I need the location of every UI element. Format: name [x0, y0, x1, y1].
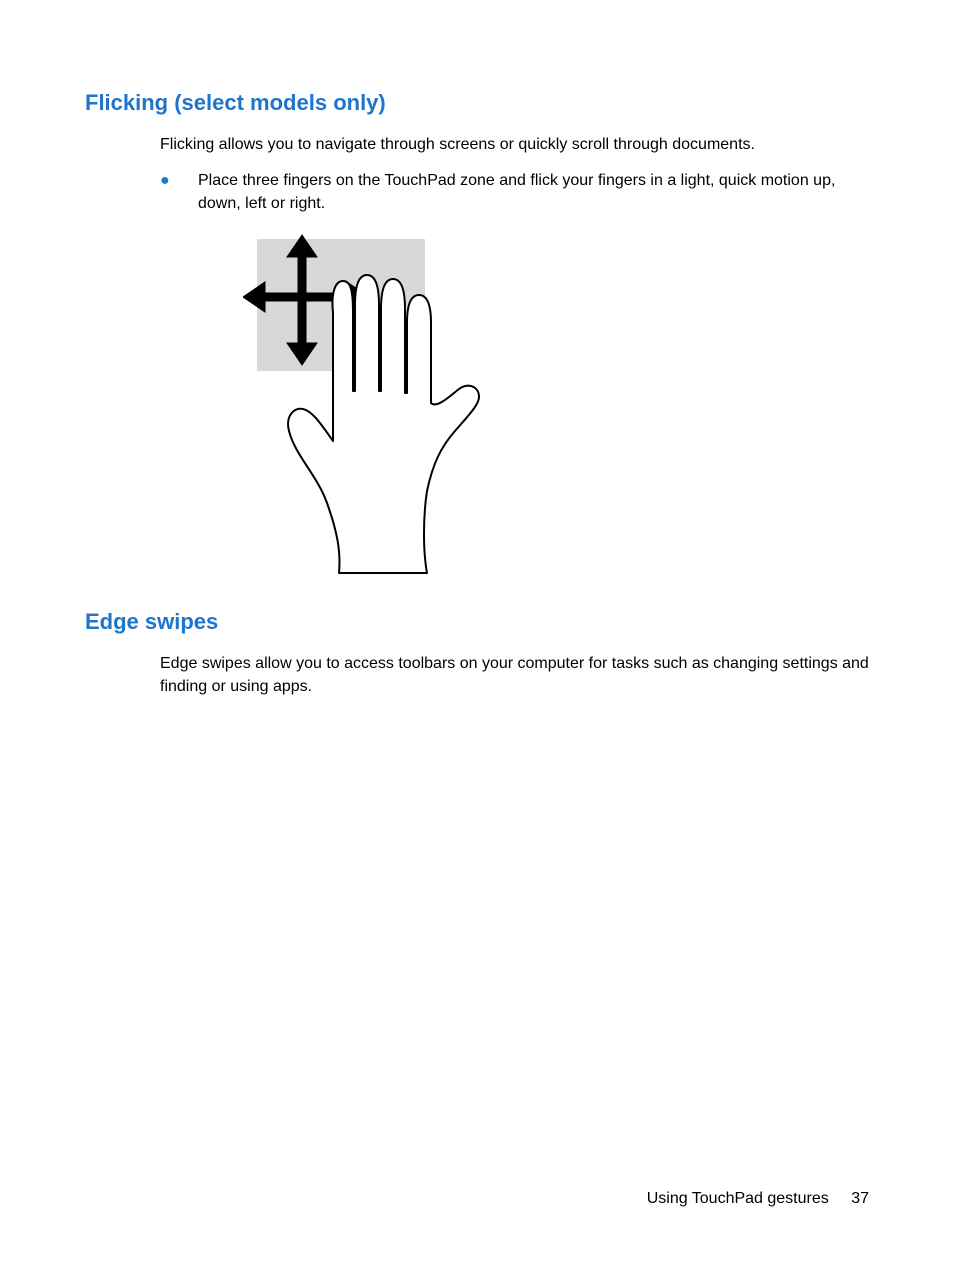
bullet-icon: ●: [160, 170, 198, 215]
document-page: Flicking (select models only) Flicking a…: [0, 0, 954, 1270]
bullet-item: ● Place three fingers on the TouchPad zo…: [160, 170, 869, 215]
bullet-text: Place three fingers on the TouchPad zone…: [198, 170, 869, 215]
section-intro: Flicking allows you to navigate through …: [160, 134, 869, 156]
page-footer: Using TouchPad gestures 37: [647, 1190, 869, 1208]
section-heading-edge-swipes: Edge swipes: [85, 609, 869, 635]
section-heading-flicking: Flicking (select models only): [85, 90, 869, 116]
gesture-illustration-flicking: [243, 231, 869, 581]
footer-title: Using TouchPad gestures: [647, 1190, 829, 1207]
footer-page-number: 37: [851, 1190, 869, 1207]
section-intro: Edge swipes allow you to access toolbars…: [160, 653, 869, 698]
